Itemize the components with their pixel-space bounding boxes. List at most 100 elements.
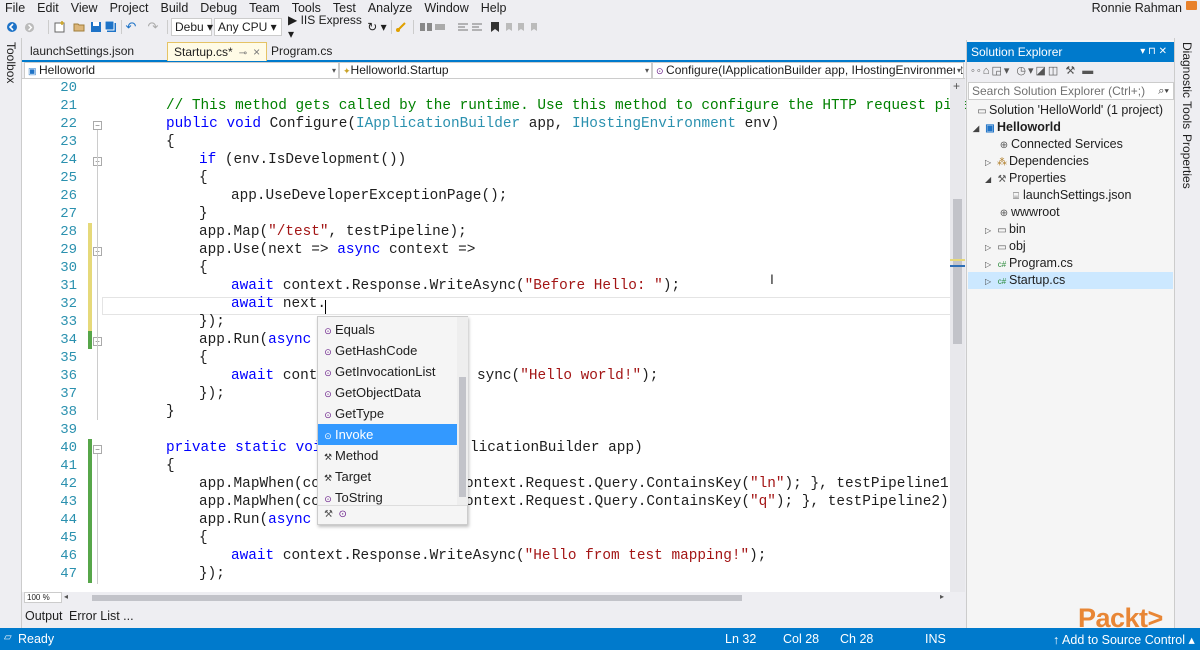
tree-item-startup-cs[interactable]: ▷ c# Startup.cs: [968, 272, 1173, 289]
search-icon[interactable]: ⌕▾: [1158, 83, 1169, 99]
indent-tools-icon[interactable]: [455, 19, 485, 35]
tab-error-list[interactable]: Error List ...: [69, 609, 134, 623]
save-all-icon[interactable]: [104, 19, 118, 35]
save-icon[interactable]: [89, 19, 103, 35]
code-line-42b: ontext.Request.Query.ContainsKey("ln"); …: [465, 476, 966, 492]
code-line-32: await next.: [231, 296, 327, 312]
completion-item-getobjectdata[interactable]: ⊙ GetObjectData: [318, 382, 458, 403]
expand-arrow-icon[interactable]: ▷: [985, 239, 995, 256]
tree-item-properties[interactable]: ◢ ⚒ Properties: [985, 170, 1066, 187]
add-to-source-control-button[interactable]: ↑ Add to Source Control ▴: [1053, 632, 1195, 647]
bookmark-navigation-icons[interactable]: [504, 19, 544, 35]
line-number: 22: [60, 116, 77, 132]
toolbox-tab[interactable]: Toolbox: [4, 42, 18, 83]
menu-debug[interactable]: Debug: [194, 0, 243, 16]
code-editor[interactable]: 20 21 22 23 24 25 26 27 28 29 30 31 32 3…: [22, 79, 1012, 592]
chevron-down-icon: ▾: [954, 63, 961, 78]
menu-file[interactable]: File: [0, 0, 31, 16]
menu-build[interactable]: Build: [154, 0, 194, 16]
browser-link-icon[interactable]: [394, 19, 408, 35]
solution-explorer-toolbar[interactable]: ◦◦⌂◲▾ ◷▾◪◫ ⚒ ▬: [967, 62, 1175, 82]
project-scope-select[interactable]: ▣ Helloworld ▾: [24, 62, 339, 79]
panel-window-controls[interactable]: ▾ ⊓ ✕: [1140, 42, 1167, 62]
tab-output[interactable]: Output: [25, 609, 63, 623]
back-icon[interactable]: [4, 19, 20, 35]
split-editor-icon[interactable]: +: [953, 79, 960, 93]
solution-configuration-select[interactable]: Debu ▾: [171, 18, 213, 36]
code-line-25: {: [199, 170, 208, 186]
pin-icon[interactable]: ⊸: [239, 48, 247, 59]
method-filter-icon[interactable]: ⊙: [339, 509, 347, 520]
collapse-arrow-icon[interactable]: ◢: [985, 171, 995, 188]
menu-edit[interactable]: Edit: [31, 0, 65, 16]
type-select[interactable]: ✦Helloworld.Startup ▾: [339, 62, 652, 79]
menu-team[interactable]: Team: [243, 0, 286, 16]
solution-platform-select[interactable]: Any CPU ▾: [214, 18, 282, 36]
tab-startup[interactable]: Startup.cs* ⊸ ×: [167, 42, 268, 61]
tree-item-program-cs[interactable]: ▷ c# Program.cs: [985, 255, 1073, 272]
horizontal-scrollbar-thumb[interactable]: [92, 595, 742, 601]
expand-arrow-icon[interactable]: ◢: [973, 120, 983, 137]
code-line-30: {: [199, 260, 208, 276]
member-select[interactable]: ⊙ Configure(IApplicationBuilder app, IHo…: [652, 62, 964, 79]
tree-item-project[interactable]: ◢ ▣ Helloworld: [973, 119, 1061, 136]
menu-view[interactable]: View: [65, 0, 104, 16]
tree-item-bin[interactable]: ▷ ▭ bin: [985, 221, 1026, 238]
tree-item-obj[interactable]: ▷ ▭ obj: [985, 238, 1026, 255]
zoom-select[interactable]: 100 %: [24, 592, 62, 603]
scroll-left-icon[interactable]: ◂: [64, 592, 68, 601]
collapse-region-icon[interactable]: −: [93, 445, 102, 454]
diagnostic-tools-tab[interactable]: Diagnostic Tools: [1180, 42, 1194, 129]
code-line-42a: app.MapWhen(con: [199, 476, 329, 492]
open-file-icon[interactable]: [72, 19, 86, 35]
completion-item-gethashcode[interactable]: ⊙ GetHashCode: [318, 340, 458, 361]
completion-item-equals[interactable]: ⊙ Equals: [318, 319, 458, 340]
completion-item-getinvocationlist[interactable]: ⊙ GetInvocationList: [318, 361, 458, 382]
line-number: 26: [60, 188, 77, 204]
status-ready: Ready: [18, 632, 55, 646]
expand-arrow-icon[interactable]: ▷: [985, 273, 995, 290]
completion-item-invoke[interactable]: ⊙ Invoke: [318, 424, 458, 445]
menu-analyze[interactable]: Analyze: [362, 0, 418, 16]
redo-icon[interactable]: ↷: [146, 19, 160, 35]
editor-scrollbar-thumb[interactable]: [953, 199, 962, 344]
completion-item-method[interactable]: ⚒ Method: [318, 445, 458, 466]
search-placeholder: Search Solution Explorer (Ctrl+;): [972, 84, 1146, 98]
tree-item-connected-services[interactable]: ⊕ Connected Services: [997, 136, 1123, 153]
expand-arrow-icon[interactable]: ▷: [985, 256, 995, 273]
tree-item-launchsettings[interactable]: ⌸ launchSettings.json: [1009, 187, 1131, 204]
line-number: 20: [60, 80, 77, 96]
forward-icon[interactable]: [22, 19, 36, 35]
code-line-27: }: [199, 206, 208, 222]
browser-refresh-button[interactable]: ↻ ▾: [366, 19, 388, 35]
wrench-filter-icon[interactable]: ⚒: [324, 509, 333, 520]
properties-tab[interactable]: Properties: [1180, 134, 1194, 189]
completion-scrollbar-thumb[interactable]: [459, 377, 466, 497]
menu-help[interactable]: Help: [475, 0, 513, 16]
expand-arrow-icon[interactable]: ▷: [985, 222, 995, 239]
intellisense-completion-list[interactable]: ⊙ Equals ⊙ GetHashCode ⊙ GetInvocationList …: [317, 316, 468, 525]
bookmark-tools-icon[interactable]: [418, 19, 448, 35]
expand-arrow-icon[interactable]: ▷: [985, 154, 995, 171]
scroll-right-icon[interactable]: ▸: [940, 592, 944, 601]
close-icon[interactable]: ×: [253, 45, 260, 59]
solution-explorer-panel: Solution Explorer ▾ ⊓ ✕ ◦◦⌂◲▾ ◷▾◪◫ ⚒ ▬ S…: [966, 40, 1175, 628]
collapse-region-icon[interactable]: −: [93, 121, 102, 130]
tab-label: launchSettings.json: [30, 44, 135, 58]
solution-explorer-search-input[interactable]: Search Solution Explorer (Ctrl+;) ⌕▾: [968, 82, 1174, 100]
completion-item-gettype[interactable]: ⊙ GetType: [318, 403, 458, 424]
undo-icon[interactable]: ↶: [124, 19, 138, 35]
user-avatar-icon[interactable]: [1186, 1, 1197, 10]
tab-program[interactable]: Program.cs: [265, 42, 338, 61]
new-project-icon[interactable]: [53, 19, 67, 35]
user-account-name[interactable]: Ronnie Rahman: [1092, 0, 1182, 16]
tab-launchsettings[interactable]: launchSettings.json: [24, 42, 140, 61]
menu-window[interactable]: Window: [418, 0, 474, 16]
bookmark-icon[interactable]: [488, 19, 502, 35]
menu-project[interactable]: Project: [104, 0, 155, 16]
run-iis-express-button[interactable]: ▶ IIS Express ▾: [288, 13, 363, 41]
tree-item-dependencies[interactable]: ▷ ⁂ Dependencies: [985, 153, 1089, 170]
tree-item-wwwroot[interactable]: ⊕ wwwroot: [997, 204, 1060, 221]
completion-item-target[interactable]: ⚒ Target: [318, 466, 458, 487]
tree-item-solution[interactable]: ▭ Solution 'HelloWorld' (1 project): [975, 102, 1163, 119]
